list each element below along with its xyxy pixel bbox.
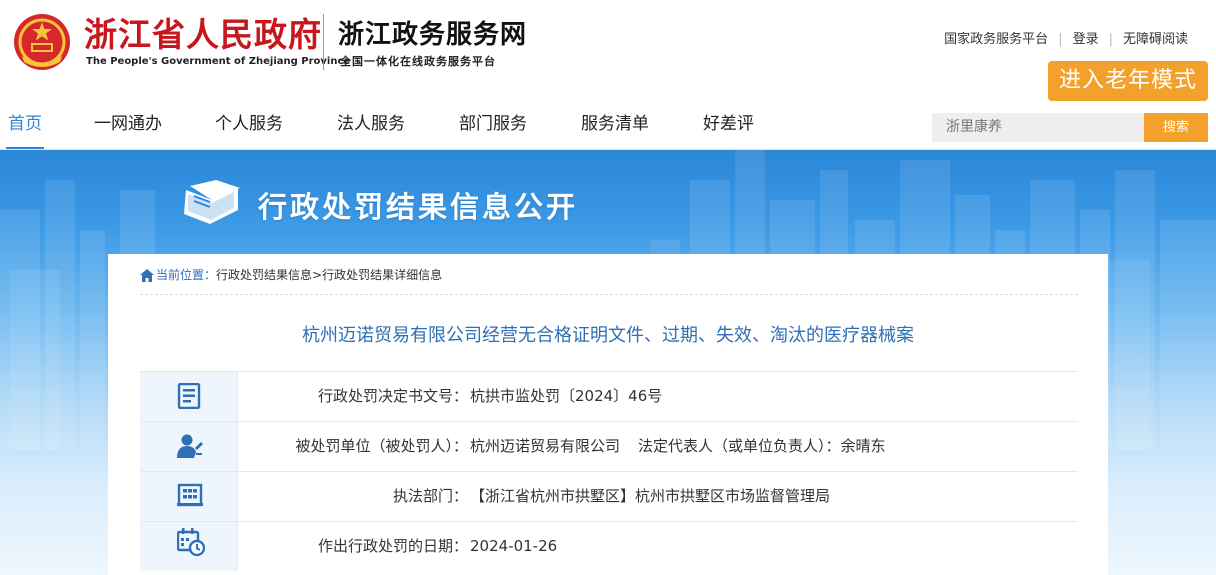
top-links: 国家政务服务平台 | 登录 | 无障碍阅读 [944, 28, 1188, 47]
detail-row-decision-number: 行政处罚决定书文号： 杭拱市监处罚〔2024〕46号 [140, 371, 1078, 421]
nav-item-department[interactable]: 部门服务 [459, 104, 527, 150]
building-icon [177, 483, 203, 507]
site-subtitle: 全国一体化在线政务服务平台 [340, 55, 496, 68]
detail-label: 行政处罚决定书文号： [317, 387, 468, 405]
case-title: 杭州迈诺贸易有限公司经营无合格证明文件、过期、失效、淘汰的医疗器械案 [302, 325, 914, 346]
national-platform-link[interactable]: 国家政务服务平台 [944, 28, 1048, 47]
breadcrumb-item[interactable]: 行政处罚结果信息> [216, 268, 322, 282]
elder-mode-button[interactable]: 进入老年模式 [1048, 61, 1208, 101]
breadcrumb-item: 行政处罚结果详细信息 [322, 268, 443, 282]
book-icon [184, 180, 240, 224]
site-header: 浙江省人民政府 The People's Government of Zheji… [0, 0, 1216, 102]
breadcrumb-divider [140, 294, 1078, 295]
login-link[interactable]: 登录 [1073, 28, 1099, 47]
content-card: 当前位置：行政处罚结果信息>行政处罚结果详细信息 杭州迈诺贸易有限公司经营无合格… [108, 254, 1108, 575]
search-input[interactable] [932, 113, 1144, 142]
row-icon-cell [140, 472, 238, 521]
person-icon [177, 434, 203, 458]
detail-row-penalized-party: 被处罚单位（被处罚人）： 杭州迈诺贸易有限公司 法定代表人（或单位负责人）：余晴东 [140, 421, 1078, 471]
gov-title: 浙江省人民政府 [84, 15, 322, 54]
calendar-clock-icon [177, 528, 205, 556]
detail-value: 【浙江省杭州市拱墅区】杭州市拱墅区市场监督管理局 [470, 487, 831, 505]
header-divider [323, 14, 324, 70]
case-detail-table: 行政处罚决定书文号： 杭拱市监处罚〔2024〕46号 被处罚单位（被处罚人）： … [140, 371, 1078, 571]
site-title[interactable]: 浙江政务服务网 [338, 16, 527, 54]
accessibility-link[interactable]: 无障碍阅读 [1123, 28, 1188, 47]
gov-title-en: The People's Government of Zhejiang Prov… [86, 56, 351, 67]
detail-value: 2024-01-26 [470, 537, 558, 555]
banner-title: 行政处罚结果信息公开 [258, 190, 579, 224]
nav-item-one-stop[interactable]: 一网通办 [94, 104, 162, 150]
document-icon [177, 383, 201, 409]
breadcrumb: 当前位置：行政处罚结果信息>行政处罚结果详细信息 [140, 266, 442, 284]
row-icon-cell [140, 372, 238, 421]
search-button[interactable]: 搜索 [1144, 113, 1208, 142]
link-separator: | [1058, 32, 1063, 47]
detail-label: 作出行政处罚的日期： [317, 537, 468, 555]
nav-item-home[interactable]: 首页 [6, 104, 44, 150]
penalized-party-name: 杭州迈诺贸易有限公司 [470, 437, 621, 455]
nav-item-corporate[interactable]: 法人服务 [337, 104, 405, 150]
nav-item-rating[interactable]: 好差评 [703, 104, 754, 150]
row-icon-cell [140, 422, 238, 471]
link-separator: | [1108, 32, 1113, 47]
main-nav: 首页 一网通办 个人服务 法人服务 部门服务 服务清单 好差评 [0, 104, 920, 150]
detail-label: 执法部门： [392, 487, 468, 505]
detail-label: 被处罚单位（被处罚人）： [295, 437, 468, 455]
nav-item-service-list[interactable]: 服务清单 [581, 104, 649, 150]
row-icon-cell [140, 522, 238, 571]
nav-item-personal[interactable]: 个人服务 [215, 104, 283, 150]
detail-value: 杭拱市监处罚〔2024〕46号 [470, 387, 663, 405]
detail-value: 杭州迈诺贸易有限公司 法定代表人（或单位负责人）：余晴东 [470, 422, 886, 471]
national-emblem-icon [14, 14, 70, 70]
detail-row-enforcement-dept: 执法部门： 【浙江省杭州市拱墅区】杭州市拱墅区市场监督管理局 [140, 471, 1078, 521]
detail-row-penalty-date: 作出行政处罚的日期： 2024-01-26 [140, 521, 1078, 571]
legal-representative: 法定代表人（或单位负责人）：余晴东 [638, 437, 886, 455]
home-icon [140, 269, 154, 282]
breadcrumb-current-label: 当前位置： [156, 268, 217, 282]
